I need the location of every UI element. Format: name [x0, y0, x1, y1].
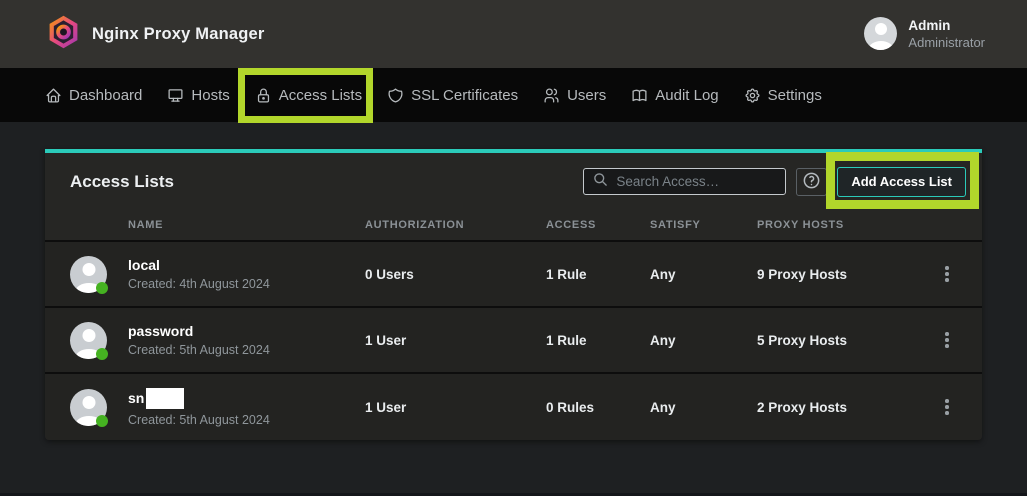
- nav-item-access-lists[interactable]: Access Lists: [255, 87, 362, 104]
- created-date: Created: 5th August 2024: [128, 413, 365, 427]
- panel-actions: Add Access List: [583, 167, 966, 197]
- row-menu-kebab-icon[interactable]: [940, 261, 954, 287]
- access-value: 1 Rule: [546, 267, 650, 282]
- access-value: 0 Rules: [546, 400, 650, 415]
- proxy-hosts-value: 5 Proxy Hosts: [757, 333, 927, 348]
- home-icon: [45, 87, 62, 104]
- table-header: NAME AUTHORIZATION ACCESS SATISFY PROXY …: [45, 210, 982, 242]
- status-online-dot: [96, 282, 108, 294]
- satisfy-value: Any: [650, 333, 757, 348]
- table-row-local[interactable]: local Created: 4th August 2024 0 Users 1…: [45, 242, 982, 308]
- column-header-satisfy: SATISFY: [650, 219, 757, 231]
- nav-label: Settings: [768, 87, 822, 104]
- add-button-wrap: Add Access List: [837, 167, 966, 197]
- access-list-name: sn: [128, 388, 365, 409]
- redaction-box: [146, 388, 184, 409]
- brand: Nginx Proxy Manager: [48, 15, 265, 54]
- nav-item-audit-log[interactable]: Audit Log: [631, 87, 718, 104]
- npm-logo-icon: [48, 15, 79, 54]
- access-lists-panel: Access Lists: [45, 149, 982, 440]
- table-row-password[interactable]: password Created: 5th August 2024 1 User…: [45, 308, 982, 374]
- book-icon: [631, 87, 648, 104]
- nav-label: Access Lists: [279, 87, 362, 104]
- user-info: Admin Administrator: [908, 17, 985, 51]
- nginx-proxy-manager-app: Nginx Proxy Manager Admin Administrator …: [0, 0, 1027, 496]
- nav-label: Audit Log: [655, 87, 718, 104]
- row-menu-kebab-icon[interactable]: [940, 327, 954, 353]
- add-access-list-button[interactable]: Add Access List: [837, 167, 966, 197]
- search-icon: [593, 172, 608, 192]
- column-header-authorization: AUTHORIZATION: [365, 219, 546, 231]
- nav-item-users[interactable]: Users: [543, 87, 606, 104]
- satisfy-value: Any: [650, 267, 757, 282]
- column-header-access: ACCESS: [546, 219, 650, 231]
- table-row-sn[interactable]: sn Created: 5th August 2024 1 User 0 Rul…: [45, 374, 982, 440]
- proxy-hosts-value: 2 Proxy Hosts: [757, 400, 927, 415]
- authorization-value: 1 User: [365, 333, 546, 348]
- user-name: Admin: [908, 17, 985, 35]
- access-list-name: password: [128, 323, 365, 340]
- nav-item-ssl-certificates[interactable]: SSL Certificates: [387, 87, 518, 104]
- nav-label: Dashboard: [69, 87, 142, 104]
- authorization-value: 1 User: [365, 400, 546, 415]
- proxy-hosts-value: 9 Proxy Hosts: [757, 267, 927, 282]
- nav-item-hosts[interactable]: Hosts: [167, 87, 229, 104]
- user-role: Administrator: [908, 35, 985, 51]
- created-date: Created: 4th August 2024: [128, 277, 365, 291]
- main-nav: Dashboard Hosts Access Lists: [0, 68, 1027, 122]
- users-icon: [543, 87, 560, 104]
- gear-icon: [744, 87, 761, 104]
- status-online-dot: [96, 415, 108, 427]
- access-value: 1 Rule: [546, 333, 650, 348]
- help-circle-icon: [802, 171, 821, 193]
- status-online-dot: [96, 348, 108, 360]
- search-box: [583, 168, 786, 195]
- top-header-bar: Nginx Proxy Manager Admin Administrator: [0, 0, 1027, 68]
- shield-icon: [387, 87, 404, 104]
- search-input[interactable]: [616, 174, 776, 189]
- satisfy-value: Any: [650, 400, 757, 415]
- monitor-icon: [167, 87, 184, 104]
- nav-item-dashboard[interactable]: Dashboard: [45, 87, 142, 104]
- authorization-value: 0 Users: [365, 267, 546, 282]
- app-title: Nginx Proxy Manager: [92, 25, 265, 44]
- column-header-proxy-hosts: PROXY HOSTS: [757, 219, 927, 231]
- row-menu-kebab-icon[interactable]: [940, 394, 954, 420]
- panel-title: Access Lists: [70, 172, 174, 192]
- avatar: [70, 389, 107, 426]
- created-date: Created: 5th August 2024: [128, 343, 365, 357]
- nav-label: Hosts: [191, 87, 229, 104]
- column-header-name: NAME: [128, 219, 365, 231]
- user-avatar: [864, 17, 897, 50]
- panel-header: Access Lists: [45, 153, 982, 210]
- lock-icon: [255, 87, 272, 104]
- help-button[interactable]: [796, 168, 827, 196]
- user-menu[interactable]: Admin Administrator: [864, 17, 985, 51]
- avatar: [70, 256, 107, 293]
- nav-label: Users: [567, 87, 606, 104]
- nav-label: SSL Certificates: [411, 87, 518, 104]
- avatar: [70, 322, 107, 359]
- nav-item-settings[interactable]: Settings: [744, 87, 822, 104]
- access-list-name: local: [128, 257, 365, 274]
